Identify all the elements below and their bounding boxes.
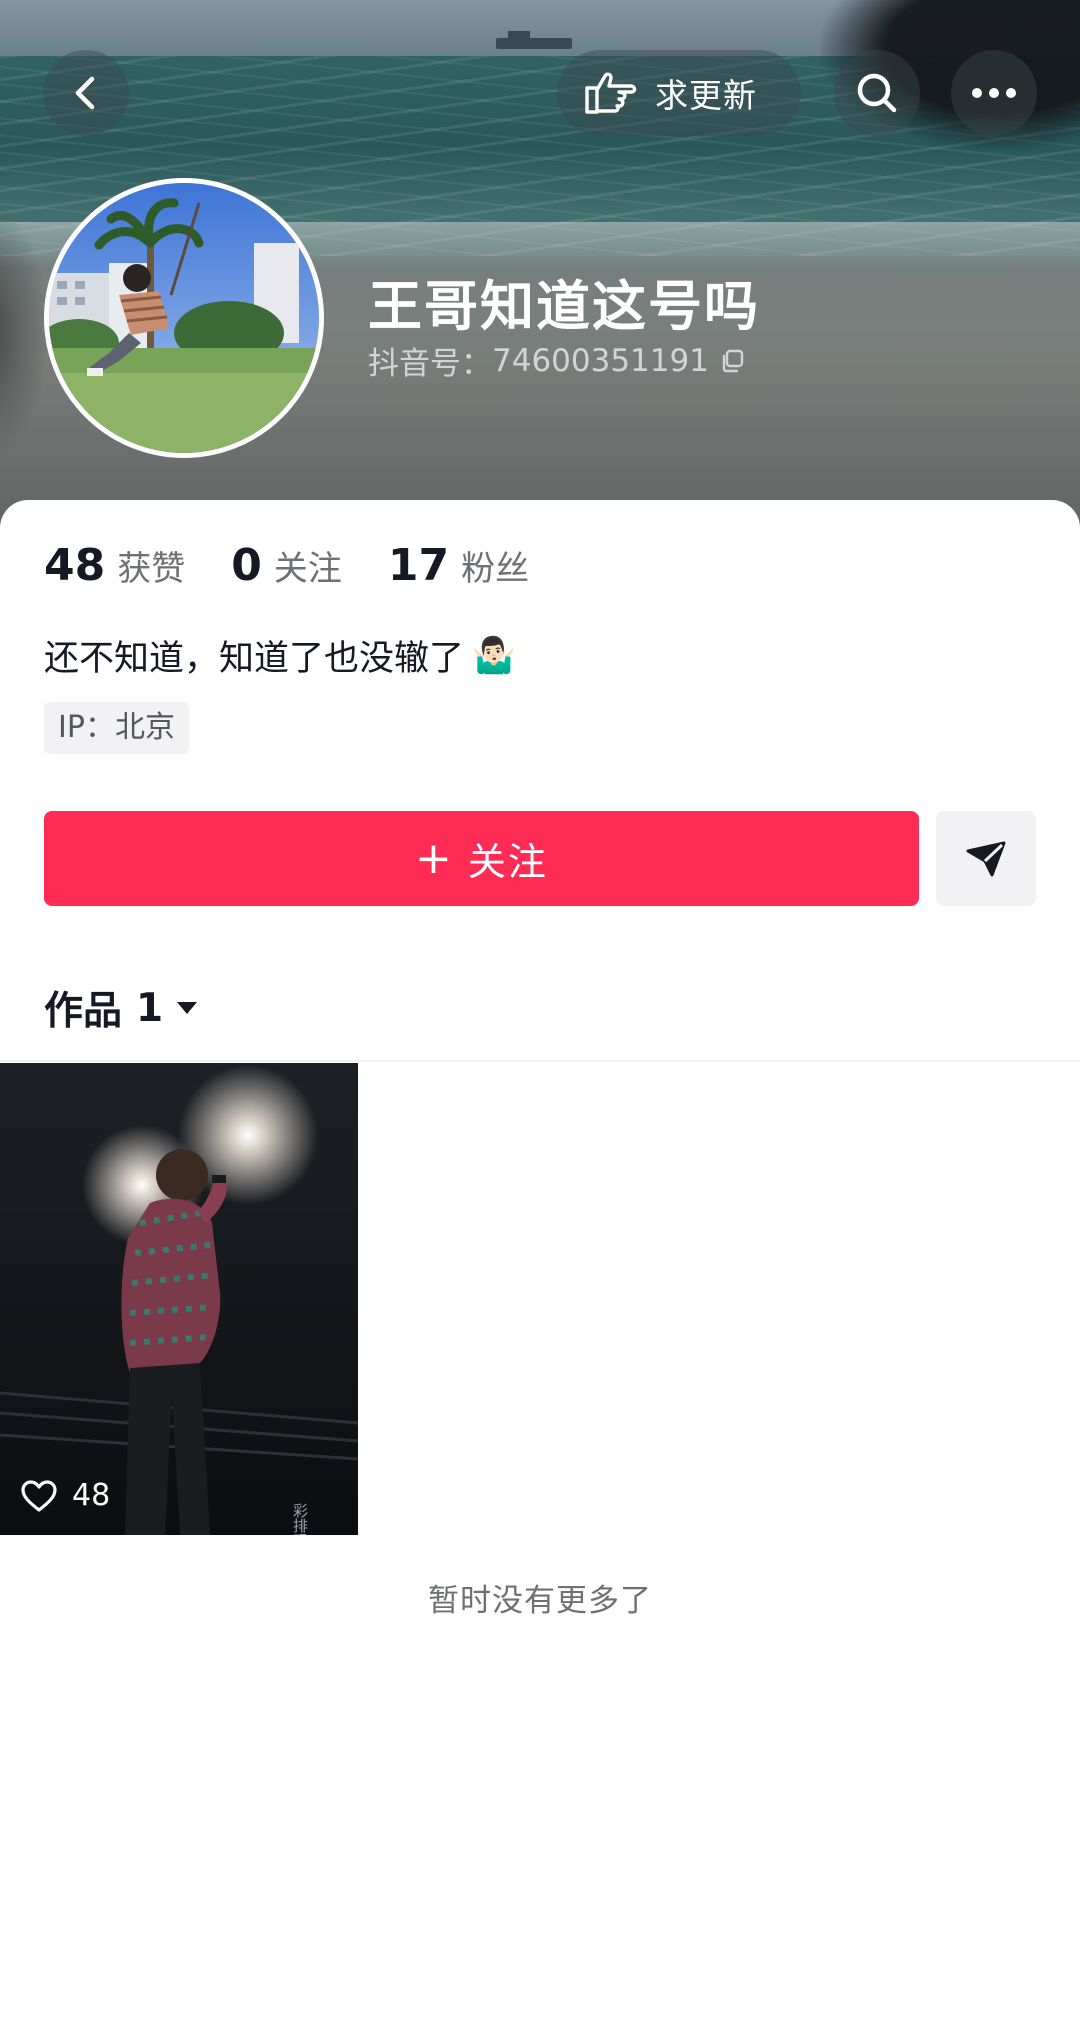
search-button[interactable]: [834, 50, 920, 136]
stats-row: 48 获赞 0 关注 17 粉丝: [44, 540, 575, 591]
video-like-count: 48: [72, 1478, 111, 1513]
plus-icon: +: [415, 833, 454, 884]
stat-label: 获赞: [117, 549, 186, 589]
stat-label: 粉丝: [461, 549, 530, 589]
bio: 还不知道，知道了也没辙了 🤷🏻‍♂️: [44, 630, 516, 681]
video-thumbnail[interactable]: 彩排现场 48: [0, 1063, 358, 1535]
stat-following[interactable]: 0 关注: [231, 540, 342, 591]
follow-label: 关注: [467, 840, 548, 884]
caret-down-icon: [177, 1002, 198, 1014]
stat-value: 17: [387, 540, 450, 591]
more-button[interactable]: [951, 50, 1037, 136]
stat-followers[interactable]: 17 粉丝: [388, 540, 529, 591]
no-more-content-text: 暂时没有更多了: [428, 1583, 652, 1619]
back-button[interactable]: [43, 50, 129, 136]
avatar-photo: [49, 183, 319, 453]
nickname: 王哥知道这号吗: [368, 275, 760, 338]
request-update-button[interactable]: 求更新: [557, 50, 801, 136]
shrug-emoji: 🤷🏻‍♂️: [472, 636, 516, 676]
stat-value: 48: [44, 540, 106, 591]
avatar[interactable]: [44, 178, 324, 458]
douyin-id-label: 抖音号：: [368, 346, 492, 382]
works-tab-count: 1: [136, 985, 164, 1031]
more-icon: [972, 88, 1016, 98]
stat-label: 关注: [273, 549, 342, 589]
stat-likes: 48 获赞: [44, 540, 185, 591]
stat-value: 0: [231, 540, 262, 591]
profile-page: 求更新 王哥知道这号吗 抖音号： 74600351191 48 获赞 0 关注 …: [0, 0, 1080, 2026]
douyin-id-value: 74600351191: [492, 342, 709, 379]
video-cover: 彩排现场: [0, 1063, 358, 1535]
svg-text:彩排现场: 彩排现场: [291, 1503, 309, 1535]
douyin-id: 抖音号： 74600351191: [368, 338, 745, 383]
ip-location-tag: IP：北京: [44, 702, 189, 754]
request-update-label: 求更新: [655, 76, 757, 115]
back-icon: [75, 76, 95, 110]
video-likes: 48: [20, 1478, 110, 1513]
follow-button[interactable]: + 关注: [44, 811, 919, 906]
works-tab[interactable]: 作品 1: [44, 980, 199, 1036]
search-icon: [857, 73, 897, 113]
message-button[interactable]: [936, 811, 1036, 906]
works-tab-label: 作品: [44, 989, 123, 1034]
profile-card: 48 获赞 0 关注 17 粉丝 还不知道，知道了也没辙了 🤷🏻‍♂️ IP：北…: [0, 500, 1080, 2026]
bio-text: 还不知道，知道了也没辙了: [44, 639, 465, 679]
hand-point-icon: [585, 72, 637, 114]
send-icon: [966, 841, 1006, 876]
tab-divider: [0, 1060, 1080, 1062]
heart-icon: [21, 1479, 57, 1512]
copy-icon[interactable]: [719, 348, 745, 374]
